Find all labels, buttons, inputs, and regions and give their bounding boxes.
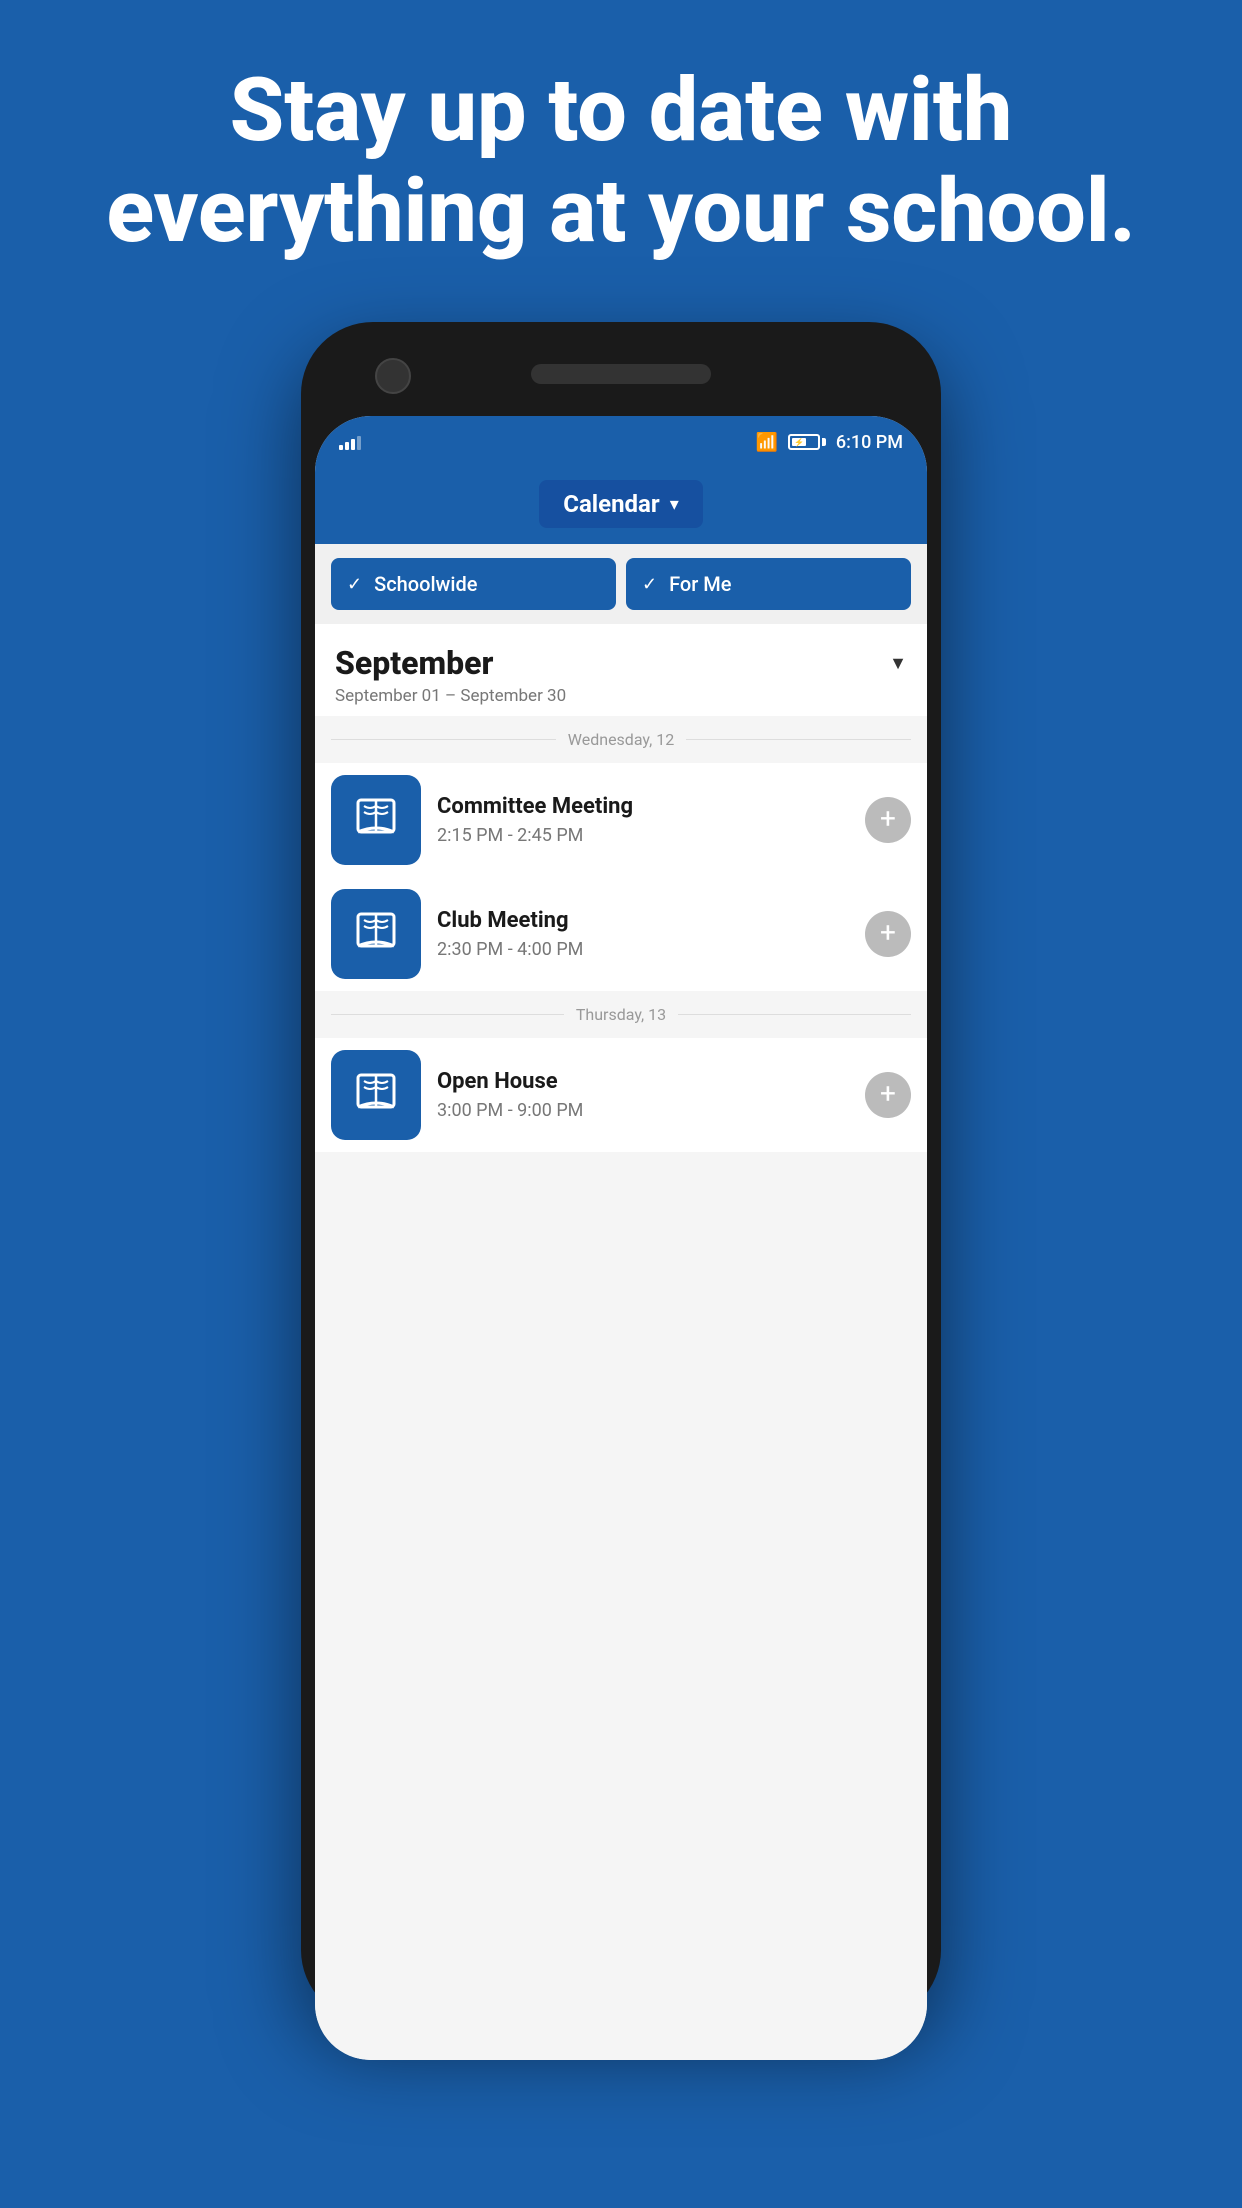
- signal-bar-3: [351, 439, 355, 450]
- event-icon-open-house: [331, 1050, 421, 1140]
- day-line-right-thu: [678, 1014, 911, 1015]
- event-details-club: Club Meeting 2:30 PM - 4:00 PM: [437, 908, 849, 960]
- event-time-club: 2:30 PM - 4:00 PM: [437, 939, 849, 960]
- schoolwide-filter-button[interactable]: ✓ Schoolwide: [331, 558, 616, 610]
- event-item-committee-meeting: Committee Meeting 2:15 PM - 2:45 PM +: [315, 763, 927, 877]
- calendar-dropdown[interactable]: Calendar ▾: [539, 480, 703, 528]
- event-icon-committee: [331, 775, 421, 865]
- add-club-icon: +: [880, 919, 896, 947]
- add-open-house-button[interactable]: +: [865, 1072, 911, 1118]
- event-title-committee: Committee Meeting: [437, 794, 849, 819]
- add-committee-icon: +: [880, 805, 896, 833]
- event-details-committee: Committee Meeting 2:15 PM - 2:45 PM: [437, 794, 849, 846]
- for-me-filter-button[interactable]: ✓ For Me: [626, 558, 911, 610]
- day-separator-wed: Wednesday, 12: [331, 716, 911, 763]
- day-label-wed: Wednesday, 12: [556, 730, 686, 749]
- event-item-open-house: Open House 3:00 PM - 9:00 PM +: [315, 1038, 927, 1152]
- add-open-house-icon: +: [880, 1080, 896, 1108]
- month-title-row: September ▼: [335, 644, 907, 682]
- for-me-filter-label: For Me: [669, 572, 731, 596]
- school-book-icon-committee: [350, 794, 402, 846]
- scroll-content: September ▼ September 01 – September 30 …: [315, 624, 927, 2060]
- month-header: September ▼ September 01 – September 30: [315, 624, 927, 716]
- signal-bar-1: [339, 445, 343, 450]
- signal-bar-4: [357, 436, 361, 450]
- schoolwide-check-icon: ✓: [347, 574, 362, 595]
- for-me-check-icon: ✓: [642, 574, 657, 595]
- calendar-label: Calendar: [563, 490, 659, 518]
- day-separator-thu: Thursday, 13: [331, 991, 911, 1038]
- battery-icon: [788, 434, 826, 450]
- event-time-open-house: 3:00 PM - 9:00 PM: [437, 1100, 849, 1121]
- day-label-thu: Thursday, 13: [564, 1005, 678, 1024]
- phone-top-bar: [315, 336, 927, 416]
- hero-text: Stay up to date with everything at your …: [0, 0, 1242, 302]
- status-left: [339, 434, 361, 450]
- day-line-right-wed: [686, 739, 911, 740]
- month-dropdown-icon: ▼: [889, 653, 907, 674]
- phone-outer: 📶 6:10 PM C: [301, 322, 941, 2022]
- school-book-icon-open-house: [350, 1069, 402, 1121]
- phone-mockup: 📶 6:10 PM C: [0, 302, 1242, 2022]
- app-header: Calendar ▾: [315, 468, 927, 544]
- event-title-club: Club Meeting: [437, 908, 849, 933]
- signal-icon: [339, 434, 361, 450]
- status-time: 6:10 PM: [836, 432, 903, 453]
- dropdown-arrow-icon: ▾: [670, 494, 679, 515]
- month-range: September 01 – September 30: [335, 682, 907, 706]
- screen-inner: 📶 6:10 PM C: [315, 416, 927, 2060]
- event-details-open-house: Open House 3:00 PM - 9:00 PM: [437, 1069, 849, 1121]
- status-right: 📶 6:10 PM: [755, 432, 903, 453]
- battery-fill: [792, 438, 806, 446]
- event-time-committee: 2:15 PM - 2:45 PM: [437, 825, 849, 846]
- school-book-icon-club: [350, 908, 402, 960]
- signal-bar-2: [345, 442, 349, 450]
- add-club-button[interactable]: +: [865, 911, 911, 957]
- day-line-left-wed: [331, 739, 556, 740]
- battery-body: [788, 434, 820, 450]
- phone-camera: [375, 358, 411, 394]
- event-title-open-house: Open House: [437, 1069, 849, 1094]
- schoolwide-filter-label: Schoolwide: [374, 572, 477, 596]
- month-name: September: [335, 644, 493, 682]
- phone-speaker: [531, 364, 711, 384]
- add-committee-button[interactable]: +: [865, 797, 911, 843]
- wifi-icon: 📶: [755, 432, 777, 453]
- event-item-club-meeting: Club Meeting 2:30 PM - 4:00 PM +: [315, 877, 927, 991]
- filter-bar: ✓ Schoolwide ✓ For Me: [315, 544, 927, 624]
- day-line-left-thu: [331, 1014, 564, 1015]
- event-icon-club: [331, 889, 421, 979]
- status-bar: 📶 6:10 PM: [315, 416, 927, 468]
- phone-screen: 📶 6:10 PM C: [315, 416, 927, 2060]
- battery-tip: [822, 438, 826, 446]
